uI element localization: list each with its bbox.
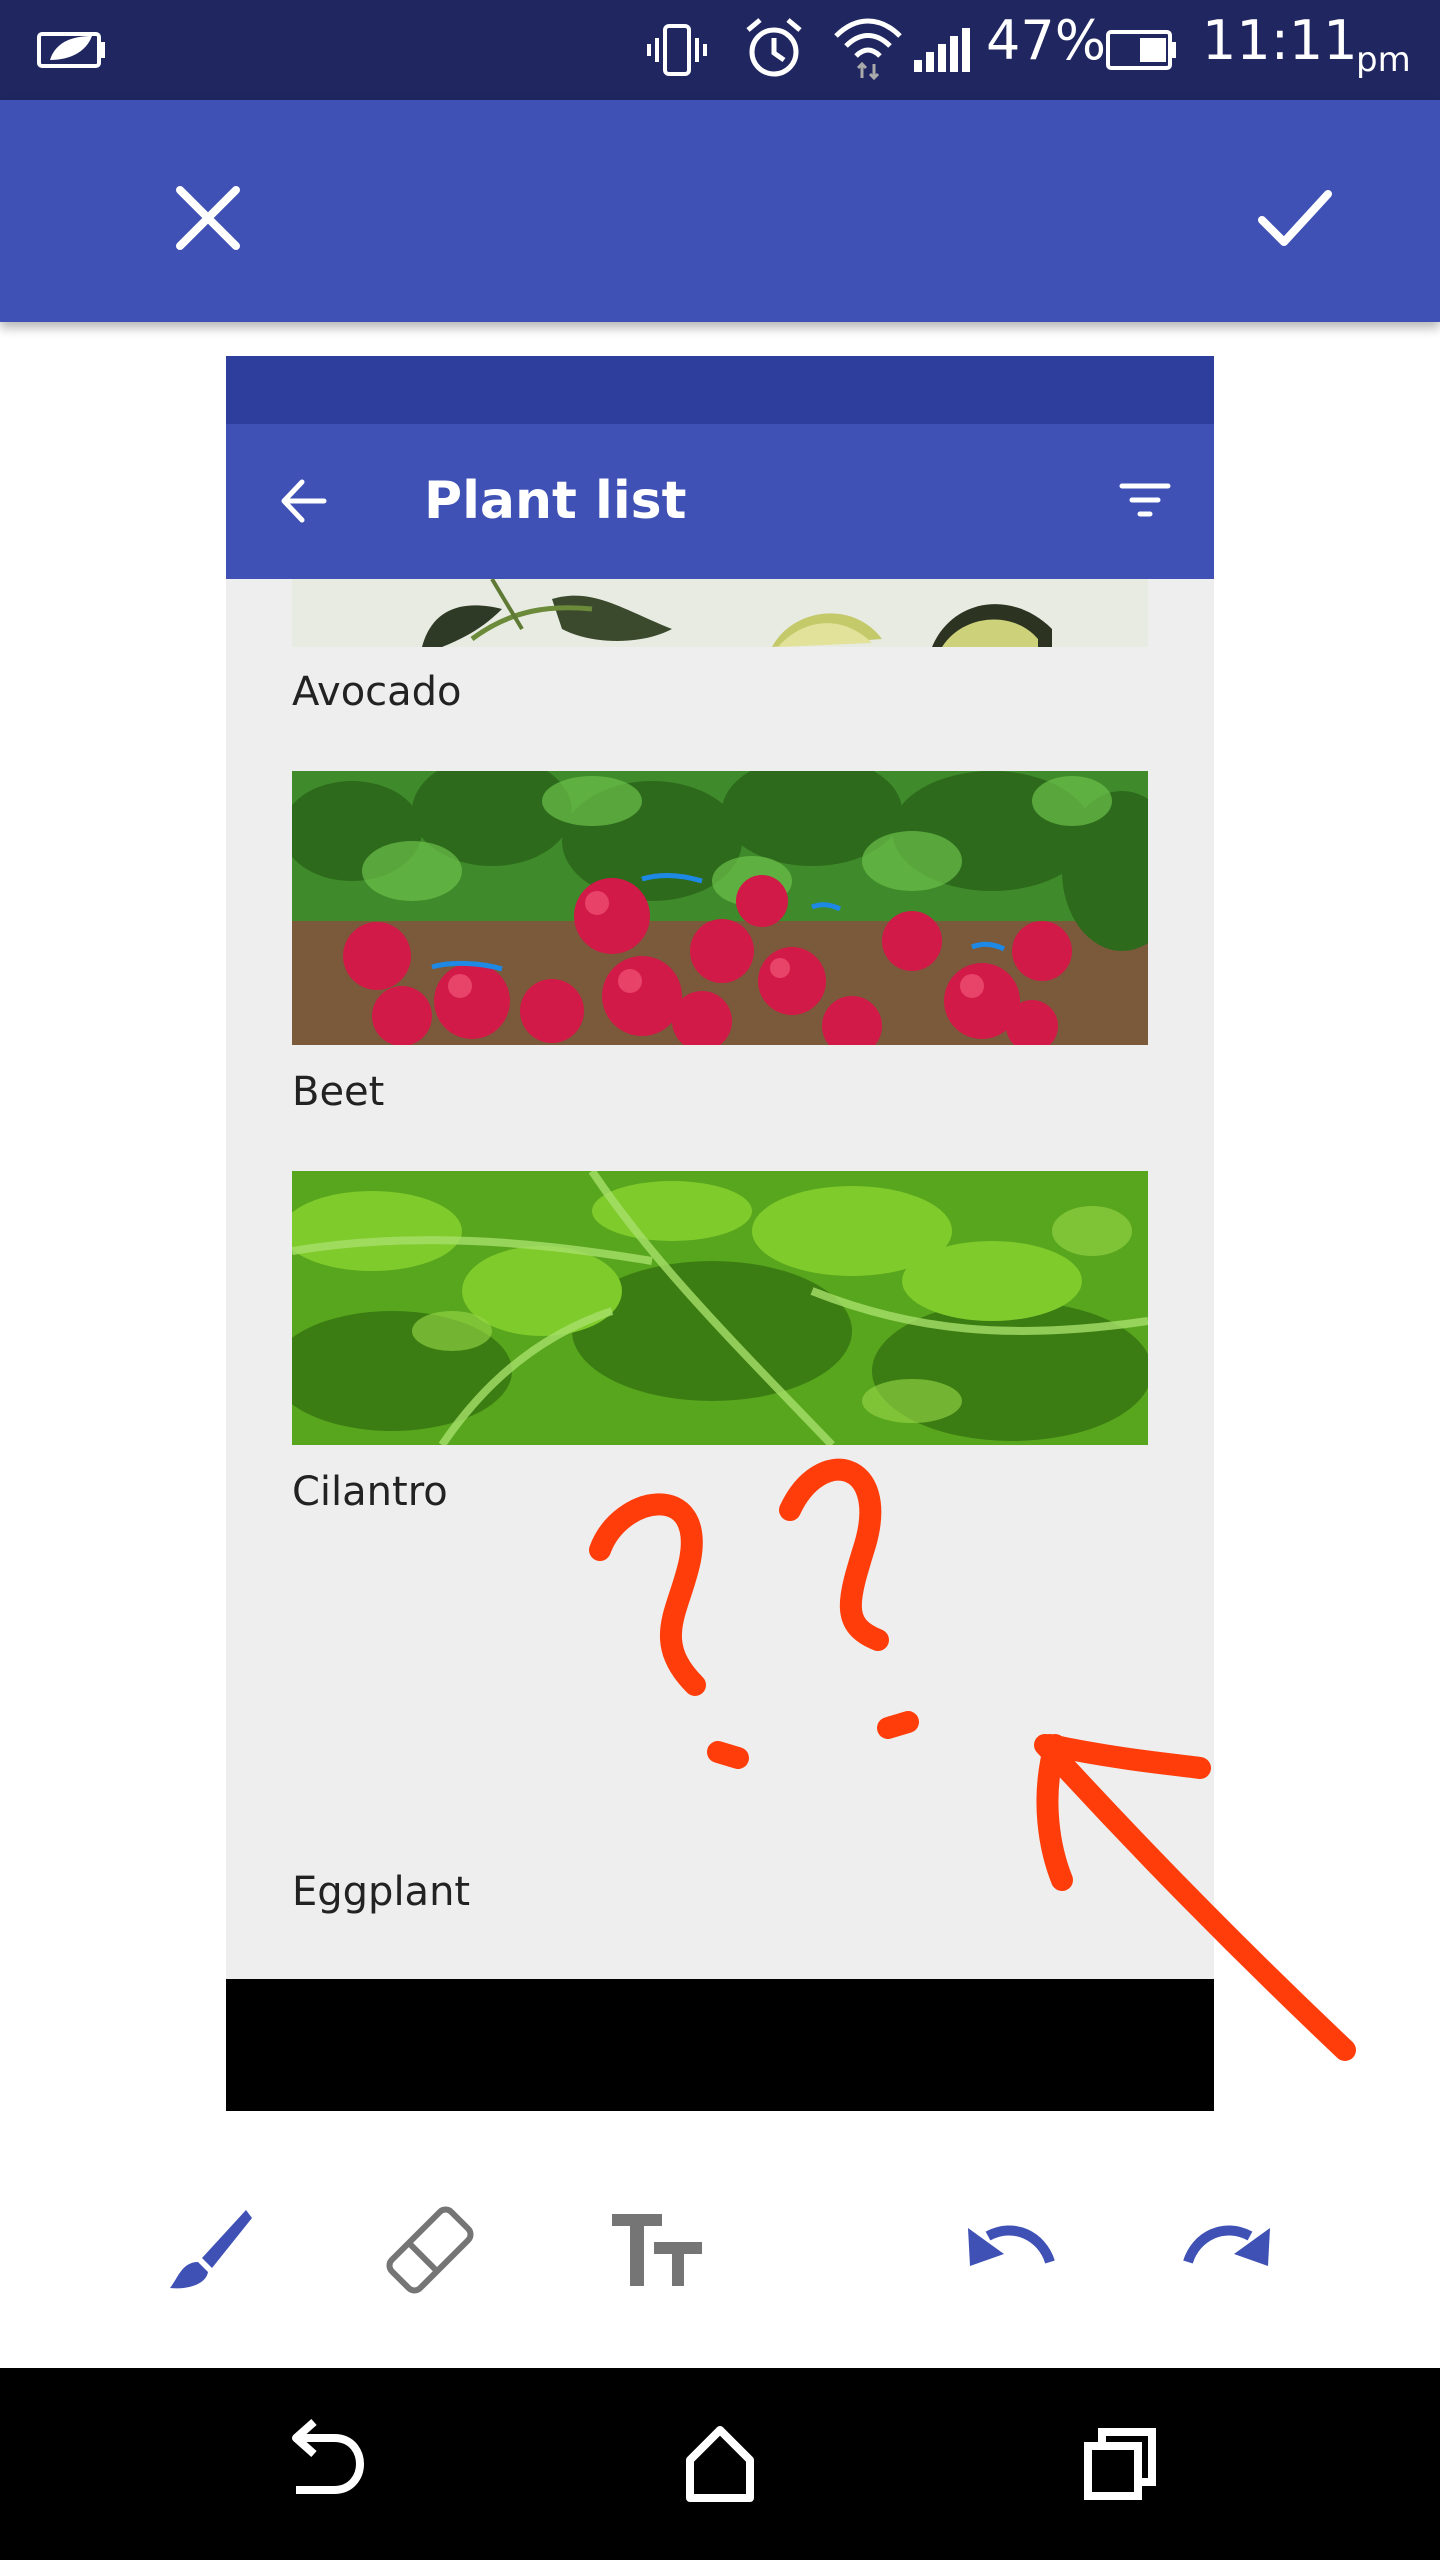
recents-icon[interactable] xyxy=(1060,2404,1180,2524)
drawing-tools xyxy=(0,2130,1440,2370)
text-size-icon[interactable] xyxy=(606,2200,706,2300)
redo-icon[interactable] xyxy=(1180,2200,1280,2300)
back-icon[interactable] xyxy=(262,2404,382,2524)
home-icon[interactable] xyxy=(660,2404,780,2524)
undo-icon[interactable] xyxy=(958,2200,1058,2300)
eraser-icon[interactable] xyxy=(380,2200,480,2300)
android-nav-bar xyxy=(0,2368,1440,2560)
brush-icon[interactable] xyxy=(160,2200,260,2300)
